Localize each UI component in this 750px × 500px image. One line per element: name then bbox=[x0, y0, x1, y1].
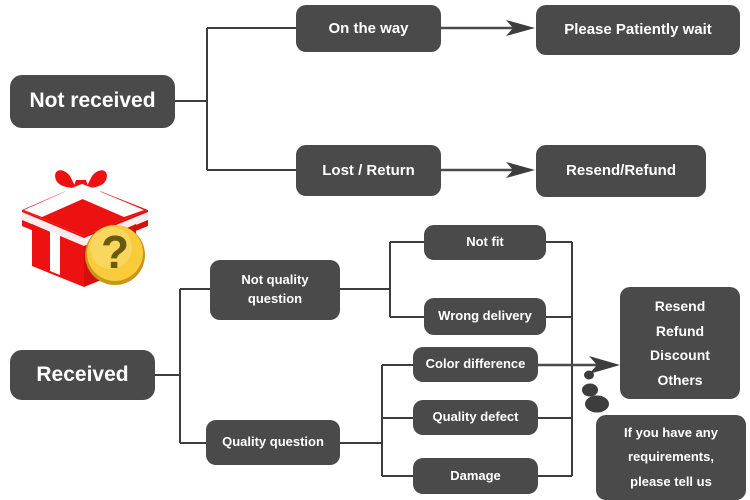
node-lost-return[interactable]: Lost / Return bbox=[296, 145, 441, 196]
node-damage-label: Damage bbox=[450, 467, 501, 483]
node-on-the-way[interactable]: On the way bbox=[296, 5, 441, 52]
node-not-received-label: Not received bbox=[29, 89, 156, 113]
node-not-quality-question-line1: Not quality bbox=[241, 272, 309, 288]
node-damage[interactable]: Damage bbox=[413, 458, 538, 494]
node-not-fit-label: Not fit bbox=[466, 234, 504, 250]
node-color-difference-label: Color difference bbox=[425, 356, 526, 372]
node-outcomes[interactable]: Resend Refund Discount Others bbox=[620, 287, 740, 399]
node-received[interactable]: Received bbox=[10, 350, 155, 400]
node-not-fit[interactable]: Not fit bbox=[424, 225, 546, 260]
node-resend-refund[interactable]: Resend/Refund bbox=[536, 145, 706, 197]
node-requirements-note-line2: requirements, bbox=[628, 449, 714, 465]
node-wrong-delivery-label: Wrong delivery bbox=[438, 308, 532, 324]
node-please-wait-label: Please Patiently wait bbox=[564, 21, 712, 39]
node-wrong-delivery[interactable]: Wrong delivery bbox=[424, 298, 546, 335]
question-mark-glyph: ? bbox=[101, 226, 129, 278]
node-requirements-note-line3: please tell us bbox=[630, 473, 712, 489]
node-on-the-way-label: On the way bbox=[328, 19, 409, 37]
node-requirements-note[interactable]: If you have any requirements, please tel… bbox=[596, 415, 746, 500]
node-not-quality-question-line2: question bbox=[247, 291, 303, 306]
node-resend-refund-label: Resend/Refund bbox=[565, 162, 676, 180]
node-requirements-note-line1: If you have any bbox=[624, 425, 718, 441]
node-not-quality-question[interactable]: Not quality question bbox=[210, 260, 340, 320]
node-quality-defect[interactable]: Quality defect bbox=[413, 400, 538, 435]
node-quality-question-label: Quality question bbox=[222, 434, 324, 450]
node-lost-return-label: Lost / Return bbox=[322, 161, 415, 179]
node-received-label: Received bbox=[36, 362, 129, 386]
node-quality-question[interactable]: Quality question bbox=[206, 420, 340, 465]
bubble-dot-medium bbox=[582, 383, 598, 397]
node-color-difference[interactable]: Color difference bbox=[413, 347, 538, 382]
gift-box-question-icon: ? bbox=[22, 170, 148, 287]
node-outcomes-line4: Others bbox=[657, 371, 703, 388]
node-outcomes-line1: Resend bbox=[654, 298, 706, 314]
bubble-dot-small bbox=[584, 370, 594, 380]
node-please-wait[interactable]: Please Patiently wait bbox=[536, 5, 740, 55]
node-quality-defect-label: Quality defect bbox=[432, 409, 519, 425]
node-not-received[interactable]: Not received bbox=[10, 75, 175, 128]
node-outcomes-line2: Refund bbox=[655, 322, 705, 339]
flowchart-canvas: ? Not received On the way Please Patient… bbox=[0, 0, 750, 500]
node-outcomes-line3: Discount bbox=[650, 347, 710, 363]
bubble-dot-large bbox=[585, 395, 609, 413]
